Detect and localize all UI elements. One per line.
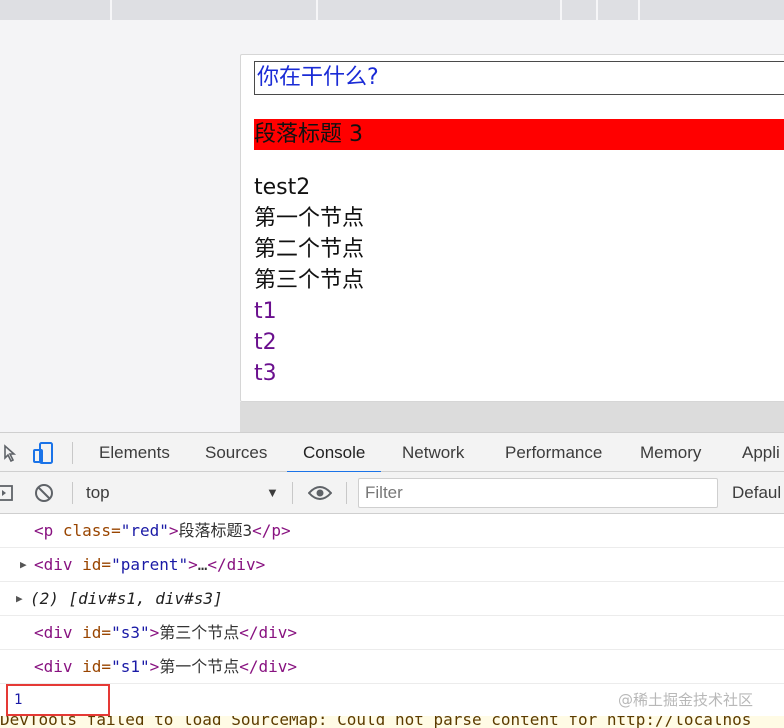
clear-console-icon[interactable] [33, 472, 55, 514]
tab-divider [110, 0, 112, 20]
console-result-row: 1 @稀土掘金技术社区 [0, 684, 784, 716]
console-row[interactable]: <div id="s3">第三个节点</div> [0, 616, 784, 650]
text-input[interactable]: 你在干什么? [254, 61, 784, 95]
console-toolbar: top ▼ Filter Defaul [0, 472, 784, 514]
divider [72, 482, 73, 504]
tag-close: </div> [239, 623, 298, 642]
page-bottom-gutter [240, 402, 784, 432]
line-node-1: 第一个节点 [254, 206, 365, 231]
page-viewport: 你在干什么? 段落标题 3 test2 第一个节点 第二个节点 第三个节点 t1… [0, 20, 784, 432]
console-output: <p class="red">段落标题3</p> ▶ <div id="pare… [0, 514, 784, 728]
tag-open: <div [34, 623, 73, 642]
attr-value: "red" [120, 521, 169, 540]
attr-value: "s1" [111, 657, 150, 676]
console-row[interactable]: ▶ <div id="parent">…</div> [0, 548, 784, 582]
link-t2[interactable]: t2 [254, 328, 277, 358]
array-preview: (2) [div#s1, div#s3] [30, 589, 223, 608]
tag-bracket: > [149, 657, 160, 676]
line-test2: test2 [254, 175, 311, 200]
node-text: 第一个节点 [159, 657, 240, 676]
tag-open: <div [34, 657, 73, 676]
red-paragraph: 段落标题 3 [254, 119, 784, 150]
eye-icon[interactable] [306, 472, 334, 514]
device-toolbar-icon[interactable] [30, 433, 56, 473]
tab-divider [596, 0, 598, 20]
inspect-element-icon[interactable] [0, 433, 20, 473]
rendered-page: 你在干什么? 段落标题 3 test2 第一个节点 第二个节点 第三个节点 t1… [240, 54, 784, 402]
tag-bracket: > [168, 521, 179, 540]
tag-bracket: > [188, 555, 198, 574]
tag-close: </p> [252, 521, 291, 540]
link-t1[interactable]: t1 [254, 297, 277, 327]
tab-memory[interactable]: Memory [640, 433, 701, 473]
chevron-down-icon[interactable]: ▼ [266, 472, 279, 514]
filter-input[interactable]: Filter [358, 478, 718, 508]
tab-console[interactable]: Console [287, 433, 382, 473]
tag-close: </div> [207, 555, 266, 574]
divider [72, 442, 73, 464]
attr-value: "s3" [111, 623, 150, 642]
tab-sources[interactable]: Sources [205, 433, 267, 473]
tag-open: <div [34, 555, 73, 574]
context-selector[interactable]: top [86, 472, 110, 514]
result-value: 1 [14, 692, 23, 708]
node-text: 第三个节点 [159, 623, 240, 642]
tab-divider [560, 0, 562, 20]
expand-triangle-icon[interactable]: ▶ [20, 548, 27, 582]
tab-divider [316, 0, 318, 20]
divider [292, 482, 293, 504]
devtools-panel: Elements Sources Console Network Perform… [0, 432, 784, 728]
tag-open: <p [34, 521, 54, 540]
attr-name: id= [72, 657, 112, 676]
console-row[interactable]: <p class="red">段落标题3</p> [0, 514, 784, 548]
attr-name: id= [72, 555, 112, 574]
tab-elements[interactable]: Elements [99, 433, 170, 473]
attr-name: class= [53, 521, 121, 540]
attr-name: id= [72, 623, 112, 642]
browser-tab-strip [0, 0, 784, 20]
console-row[interactable]: <div id="s1">第一个节点</div> [0, 650, 784, 684]
line-node-3: 第三个节点 [254, 268, 365, 293]
devtools-tabbar: Elements Sources Console Network Perform… [0, 432, 784, 473]
sidebar-toggle-icon[interactable] [0, 472, 14, 514]
tab-divider [638, 0, 640, 20]
link-t3[interactable]: t3 [254, 359, 277, 389]
node-text: … [197, 555, 208, 574]
warning-text: DevTools failed to load SourceMap: Could… [0, 716, 752, 728]
tag-bracket: > [149, 623, 160, 642]
expand-triangle-icon[interactable]: ▶ [16, 582, 23, 616]
tab-application[interactable]: Appli [742, 433, 780, 473]
node-text: 段落标题3 [178, 521, 253, 540]
console-warning-row: DevTools failed to load SourceMap: Could… [0, 716, 784, 728]
divider [346, 482, 347, 504]
tab-performance[interactable]: Performance [505, 433, 602, 473]
line-node-2: 第二个节点 [254, 237, 365, 262]
watermark: @稀土掘金技术社区 [618, 691, 754, 709]
log-levels-dropdown[interactable]: Defaul [732, 472, 781, 514]
tab-network[interactable]: Network [402, 433, 464, 473]
attr-value: "parent" [111, 555, 189, 574]
console-row[interactable]: ▶ (2) [div#s1, div#s3] [0, 582, 784, 616]
tag-close: </div> [239, 657, 298, 676]
